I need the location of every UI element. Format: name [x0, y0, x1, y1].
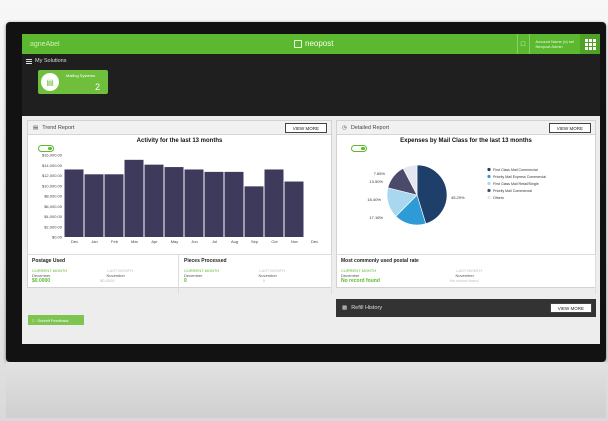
solutions-title: My Solutions: [35, 58, 67, 64]
x-tick-label: Jan: [91, 239, 97, 244]
x-tick-label: May: [171, 239, 179, 244]
y-tick-label: $0.00: [52, 235, 63, 240]
top-bar: agneAbel neopost □ Account Name (o) sel …: [22, 34, 600, 54]
solution-tile-label: Mailing Systems: [66, 73, 96, 78]
feedback-label: Submit Feedback: [37, 317, 69, 323]
rate-value-last: No record found: [449, 278, 479, 283]
app-name: agneAbel: [30, 40, 60, 48]
refill-history-bar: ▩ Refill History VIEW MORE: [336, 299, 596, 317]
y-tick-label: $16,000.00: [42, 153, 63, 158]
solutions-bar: My Solutions ▤ Mailing Systems 2: [22, 54, 600, 116]
detailed-chart-toggle[interactable]: [351, 145, 367, 152]
x-tick-label: Oct: [271, 239, 278, 244]
pie-percent-label: 16.40%: [367, 197, 381, 202]
detailed-view-more-button[interactable]: VIEW MORE: [548, 123, 591, 133]
pieces-value-last: 0: [262, 278, 266, 283]
rate-value-current: No record found: [341, 278, 380, 284]
brand-name: neopost: [305, 39, 334, 48]
x-tick-label: Dec: [311, 239, 318, 244]
top-bar-right: □ Account Name (o) sel Neopost Admin: [516, 34, 600, 54]
pie-percent-label: 17.16%: [369, 215, 383, 220]
activity-bar[interactable]: [124, 159, 144, 237]
detailed-chart-title: Expenses by Mail Class for the last 13 m…: [400, 138, 532, 144]
screen: agneAbel neopost □ Account Name (o) sel …: [22, 34, 600, 344]
trend-chart-title: Activity for the last 13 months: [136, 138, 223, 144]
pie-percent-label: 13.50%: [369, 179, 383, 184]
activity-bar[interactable]: [184, 169, 204, 237]
postage-used-card: Postage Used CURRENT MONTH LAST MONTH De…: [27, 254, 179, 294]
refill-history-title: Refill History: [351, 305, 383, 311]
x-tick-label: Nov: [291, 239, 298, 244]
feedback-button[interactable]: □ Submit Feedback: [28, 315, 84, 325]
pie-percent-label: 45.29%: [451, 195, 465, 200]
y-tick-label: $4,000.00: [44, 214, 63, 219]
x-tick-label: Jun: [191, 239, 197, 244]
brand-mark-icon: [294, 39, 302, 48]
postage-value-last: $0.0000: [100, 278, 115, 283]
legend-swatch: [487, 174, 491, 179]
clock-icon: ◷: [342, 124, 347, 131]
chart-icon: ▤: [33, 124, 39, 131]
y-tick-label: $8,000.00: [44, 194, 63, 199]
x-tick-label: Feb: [111, 239, 119, 244]
trend-report-title: Trend Report: [42, 124, 75, 131]
activity-bar[interactable]: [224, 171, 244, 237]
menu-icon: [26, 58, 32, 64]
mailing-machine-icon: ▤: [41, 73, 59, 91]
solution-tile-count: 2: [94, 82, 100, 92]
apps-grid-icon[interactable]: [580, 34, 600, 54]
pie-percent-label: 7.65%: [374, 171, 386, 176]
x-tick-label: Aug: [231, 239, 238, 244]
chat-icon: □: [32, 317, 35, 323]
x-tick-label: Apr: [151, 239, 158, 244]
y-tick-label: $12,000.00: [42, 173, 63, 178]
legend-entry: Others: [493, 196, 504, 200]
y-tick-label: $6,000.00: [44, 204, 63, 209]
brand-logo[interactable]: neopost: [294, 39, 333, 48]
x-tick-label: Sep: [251, 239, 259, 244]
refill-view-more-button[interactable]: VIEW MORE: [549, 303, 592, 313]
activity-bar[interactable]: [284, 181, 304, 237]
monitor-base: [6, 362, 606, 418]
pieces-processed-card: Pieces Processed CURRENT MONTH LAST MONT…: [179, 254, 332, 294]
trend-view-more-button[interactable]: VIEW MORE: [284, 123, 327, 133]
detailed-stats-row: Most commonly used postal rate CURRENT M…: [336, 254, 596, 294]
trend-stats-row: Postage Used CURRENT MONTH LAST MONTH De…: [27, 254, 332, 294]
legend-entry: First Class Mail Retail/Single: [493, 182, 539, 186]
legend-swatch: [487, 167, 491, 172]
refill-icon: ▩: [342, 305, 348, 311]
postal-rate-card: Most commonly used postal rate CURRENT M…: [336, 254, 596, 294]
legend-swatch: [487, 181, 491, 186]
x-tick-label: Mar: [131, 239, 139, 244]
account-role: Neopost Admin: [535, 44, 563, 49]
activity-bar-chart: $16,000.00 $14,000.00 $12,000.00 $10,000.00…: [42, 153, 318, 245]
activity-bar[interactable]: [104, 174, 124, 237]
y-tick-label: $14,000.00: [42, 163, 63, 168]
account-menu[interactable]: Account Name (o) sel Neopost Admin: [528, 34, 580, 54]
activity-bar[interactable]: [244, 186, 264, 237]
solutions-heading: My Solutions: [26, 58, 67, 64]
x-tick-label: Jul: [212, 239, 217, 244]
pieces-month2: November: [258, 273, 277, 278]
pieces-value-current: 0: [184, 278, 187, 284]
activity-bar[interactable]: [204, 171, 224, 237]
help-icon[interactable]: □: [516, 34, 529, 54]
activity-bar[interactable]: [64, 169, 84, 237]
legend-entry: Priority Mail Express Commercial: [493, 175, 546, 179]
detailed-report-title: Detailed Report: [350, 124, 390, 131]
activity-bar[interactable]: [164, 167, 184, 237]
activity-bar[interactable]: [84, 174, 104, 237]
legend-swatch: [487, 195, 491, 200]
legend-swatch: [487, 188, 491, 193]
legend-entry: First Class Mail Commercial: [493, 168, 538, 172]
postage-value-current: $0.0000: [32, 278, 51, 284]
activity-bar[interactable]: [264, 169, 284, 237]
y-tick-label: $2,000.00: [44, 224, 63, 229]
solution-tile-mailing[interactable]: ▤ Mailing Systems 2: [38, 70, 108, 94]
x-tick-label: Dec: [71, 239, 78, 244]
legend-entry: Priority Mail Commercial: [493, 189, 532, 193]
activity-bar[interactable]: [144, 164, 164, 237]
y-tick-label: $10,000.00: [42, 183, 63, 188]
